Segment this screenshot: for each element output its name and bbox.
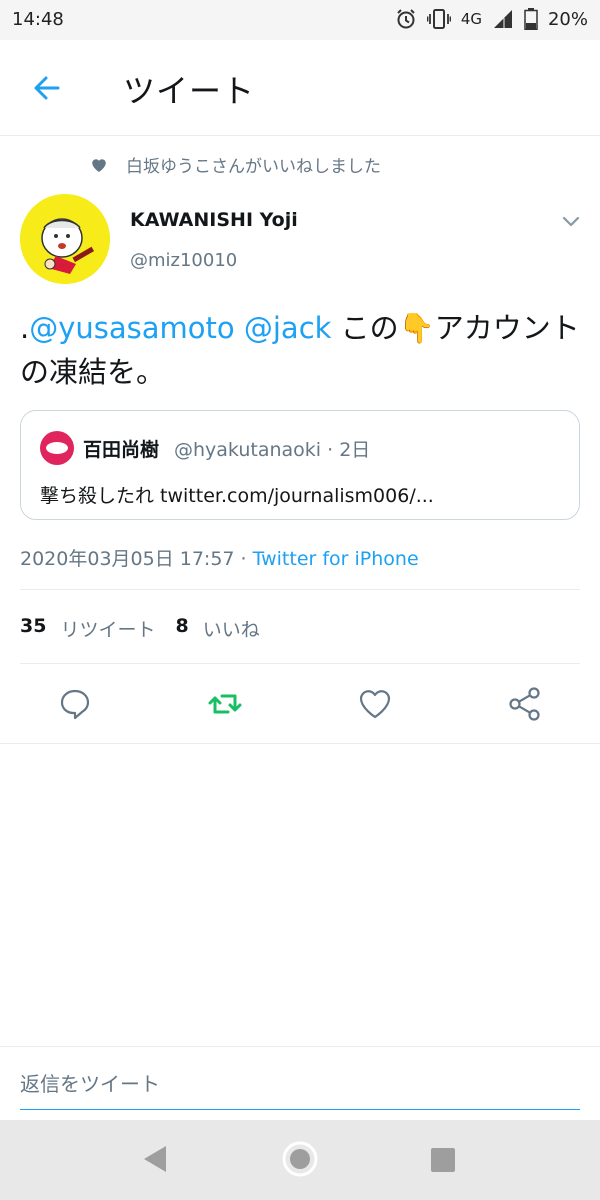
back-button[interactable] bbox=[28, 68, 68, 108]
nav-home-button[interactable] bbox=[281, 1140, 319, 1182]
battery-level: 20% bbox=[547, 8, 588, 30]
reply-bar: 返信をツイート bbox=[0, 1046, 600, 1119]
likes-stat[interactable]: 8 いいね bbox=[175, 615, 279, 642]
retweet-icon bbox=[208, 694, 242, 714]
chevron-down-icon bbox=[562, 216, 580, 227]
status-bar: 14:48 4G 20% bbox=[0, 0, 600, 40]
tweet-meta: 2020年03月05日 17:57 · Twitter for iPhone bbox=[20, 544, 419, 571]
likes-label: いいね bbox=[202, 619, 260, 641]
tweet-menu-button[interactable] bbox=[558, 208, 584, 234]
quoted-tweet-card[interactable]: 百田尚樹 @hyakutanaoki · 2日 撃ち殺したれ twitter.c… bbox=[20, 410, 580, 520]
reply-icon bbox=[60, 689, 90, 720]
quoted-author-handle: @hyakutanaoki · 2日 bbox=[174, 439, 371, 461]
mention-link-yusasamoto[interactable]: @yusasamoto bbox=[29, 311, 234, 345]
square-recents-icon bbox=[431, 1148, 455, 1172]
retweets-count: 35 bbox=[20, 615, 47, 637]
retweet-button[interactable] bbox=[205, 684, 245, 724]
quoted-author-name: 百田尚樹 bbox=[83, 439, 160, 461]
quoted-avatar bbox=[40, 431, 74, 465]
social-context: 白坂ゆうこさんがいいねしました bbox=[90, 152, 381, 177]
share-button[interactable] bbox=[505, 684, 545, 724]
share-icon bbox=[509, 687, 540, 721]
nav-back-button[interactable] bbox=[140, 1142, 170, 1180]
arrow-left-icon bbox=[34, 76, 60, 100]
system-nav-bar bbox=[0, 1120, 600, 1200]
like-button[interactable] bbox=[355, 684, 395, 724]
retweets-stat[interactable]: 35 リツイート bbox=[20, 615, 175, 642]
divider bbox=[20, 663, 580, 664]
app-bar: ツイート bbox=[0, 40, 600, 136]
mention-link-jack[interactable]: @jack bbox=[244, 311, 332, 345]
heart-outline-icon bbox=[359, 690, 391, 719]
avatar[interactable] bbox=[20, 194, 110, 284]
nav-recents-button[interactable] bbox=[429, 1146, 457, 1178]
tweet-stats: 35 リツイート 8 いいね bbox=[20, 615, 280, 642]
meta-separator: · bbox=[234, 548, 253, 570]
divider bbox=[0, 743, 600, 744]
status-icons: 4G 20% bbox=[395, 8, 588, 30]
reply-button[interactable] bbox=[55, 684, 95, 724]
vibrate-icon bbox=[426, 8, 451, 30]
triangle-back-icon bbox=[144, 1146, 166, 1172]
divider bbox=[20, 589, 580, 590]
heart-icon bbox=[92, 159, 106, 172]
likes-count: 8 bbox=[175, 615, 189, 637]
retweets-label: リツイート bbox=[60, 619, 156, 641]
social-context-text: 白坂ゆうこさんがいいねしました bbox=[126, 157, 381, 177]
page-title: ツイート bbox=[123, 72, 256, 110]
battery-icon bbox=[524, 8, 538, 30]
reply-input[interactable]: 返信をツイート bbox=[20, 1059, 580, 1110]
tweet-text: .@yusasamoto @jack この👇アカウントの凍結を。 bbox=[20, 306, 580, 394]
tweet-timestamp: 2020年03月05日 17:57 bbox=[20, 548, 235, 570]
author-handle[interactable]: @miz10010 bbox=[130, 250, 237, 271]
tweet-text-prefix: . bbox=[20, 311, 30, 345]
tweet-actions bbox=[0, 684, 600, 724]
quoted-tweet-text: 撃ち殺したれ twitter.com/journalism006/... bbox=[40, 485, 434, 507]
signal-icon bbox=[492, 9, 514, 29]
network-type: 4G bbox=[460, 10, 482, 28]
circle-home-icon bbox=[282, 1141, 318, 1177]
author-name[interactable]: KAWANISHI Yoji bbox=[130, 209, 298, 231]
avatar-illustration bbox=[20, 194, 110, 284]
alarm-icon bbox=[395, 8, 417, 30]
tweet-source-link[interactable]: Twitter for iPhone bbox=[253, 548, 419, 570]
status-time: 14:48 bbox=[12, 9, 64, 30]
